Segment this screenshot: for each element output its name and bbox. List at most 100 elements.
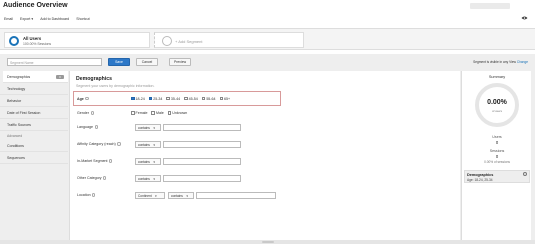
export-button[interactable]: Export ▾ xyxy=(20,17,33,21)
nav-item-technology[interactable]: Technology xyxy=(0,83,68,95)
visibility-text: Segment is visible in any View xyxy=(473,59,516,64)
gender-options: Female Male Unknown xyxy=(131,111,187,115)
page-title: Audience Overview xyxy=(3,2,68,9)
age-option-25-34[interactable]: 25-34 xyxy=(148,96,162,101)
eye-icon[interactable] xyxy=(521,16,528,20)
age-option-18-24[interactable]: 18-24 xyxy=(131,97,145,101)
sessions-value: 0 xyxy=(495,154,499,159)
add-to-dashboard-button[interactable]: Add to Dashboard xyxy=(40,17,69,21)
segment-editor: Segment Name Save Cancel Preview Segment… xyxy=(0,54,535,240)
help-icon[interactable] xyxy=(94,125,98,129)
help-icon[interactable] xyxy=(92,193,96,197)
help-icon[interactable] xyxy=(85,96,89,101)
header: Audience Overview Email Export ▾ Add to … xyxy=(0,0,535,28)
summary-card-detail: Age: 18-24, 25-34 xyxy=(467,178,493,182)
users-gauge: 0.00% of users xyxy=(475,83,519,127)
nav-item-label: Demographics xyxy=(7,75,31,79)
checkbox-checked[interactable] xyxy=(148,96,153,101)
age-option-45-54[interactable]: 45-54 xyxy=(184,97,198,101)
nav-item-conditions[interactable]: Conditions xyxy=(0,140,68,152)
form-title: Demographics xyxy=(76,76,113,82)
nav-item-behavior[interactable]: Behavior xyxy=(0,95,68,107)
summary-panel: Summary 0.00% of users Users 0 Sessions … xyxy=(461,71,531,240)
form-subtitle: Segment your users by demographic inform… xyxy=(76,83,155,88)
demographics-form: Demographics Segment your users by demog… xyxy=(69,71,460,240)
checkbox[interactable] xyxy=(167,111,172,115)
save-button[interactable]: Save xyxy=(108,58,130,66)
segment-editor-toolbar: Segment Name Save Cancel Preview Segment… xyxy=(4,58,531,67)
segment-name: All Users xyxy=(23,36,42,41)
sessions-label: Sessions xyxy=(489,149,505,153)
header-redacted-area xyxy=(470,3,510,9)
checkbox[interactable] xyxy=(131,111,135,115)
segment-bar: All Users 100.00% Sessions + Add Segment xyxy=(0,28,535,50)
checkbox-checked[interactable] xyxy=(131,96,135,101)
affinity-operator-select[interactable]: contains ▼ xyxy=(135,140,161,148)
gender-option-male[interactable]: Male xyxy=(151,111,164,115)
location-label: Location xyxy=(77,193,96,197)
nav-item-demographics[interactable]: Demographics 0 xyxy=(3,71,68,83)
help-icon[interactable] xyxy=(109,159,113,163)
gauge-sub: of users xyxy=(492,109,502,113)
language-operator-select[interactable]: contains ▼ xyxy=(135,123,161,131)
nav-item-sequences[interactable]: Sequences xyxy=(0,152,68,164)
affinity-value-input[interactable] xyxy=(163,140,241,148)
checkbox[interactable] xyxy=(166,96,170,101)
location-operator-select[interactable]: contains ▼ xyxy=(168,191,194,199)
language-label: Language xyxy=(77,125,98,129)
preview-button[interactable]: Preview xyxy=(169,58,191,66)
resize-bar xyxy=(0,240,535,244)
age-option-35-44[interactable]: 35-44 xyxy=(166,97,180,101)
checkbox[interactable] xyxy=(184,96,188,101)
checkbox[interactable] xyxy=(219,96,224,101)
email-button[interactable]: Email xyxy=(4,17,13,21)
other-category-value-input[interactable] xyxy=(163,174,241,182)
users-label: Users xyxy=(492,135,502,139)
segment-sessions: 100.00% Sessions xyxy=(23,42,52,46)
resize-handle[interactable] xyxy=(262,240,274,243)
change-link[interactable]: Change xyxy=(517,60,528,64)
gauge-percent: 0.00% xyxy=(487,99,507,106)
advanced-heading: Advanced xyxy=(7,134,23,138)
empty-segment-icon xyxy=(162,36,172,46)
report-toolbar: Email Export ▾ Add to Dashboard Shortcut xyxy=(4,17,90,21)
add-segment-label: + Add Segment xyxy=(175,38,203,44)
segment-category-nav: Demographics 0 Technology Behavior Date … xyxy=(0,71,68,240)
age-label: Age xyxy=(77,97,89,101)
in-market-label: In-Market Segment xyxy=(77,159,113,163)
cancel-button[interactable]: Cancel xyxy=(136,58,158,66)
remove-condition-icon[interactable] xyxy=(523,172,527,176)
checkbox[interactable] xyxy=(151,111,155,115)
segment-name-input[interactable]: Segment Name xyxy=(7,58,102,66)
age-option-55-64[interactable]: 55-64 xyxy=(201,96,216,101)
language-value-input[interactable] xyxy=(163,123,241,131)
location-scope-select[interactable]: Continent ▼ xyxy=(135,191,165,199)
add-segment-slot[interactable]: + Add Segment xyxy=(154,32,304,48)
gender-label: Gender xyxy=(77,111,94,115)
summary-condition-card: Demographics Age: 18-24, 25-34 xyxy=(464,170,530,183)
in-market-value-input[interactable] xyxy=(163,157,241,165)
in-market-operator-select[interactable]: contains ▼ xyxy=(135,157,161,165)
gender-option-unknown[interactable]: Unknown xyxy=(167,111,187,115)
location-value-input[interactable] xyxy=(196,191,276,199)
age-options: 18-24 25-34 35-44 45-54 55-64 65+ xyxy=(131,97,230,101)
help-icon[interactable] xyxy=(103,176,107,180)
nav-item-date-of-first-session[interactable]: Date of First Session xyxy=(0,107,68,119)
help-icon[interactable] xyxy=(90,111,94,115)
affinity-label: Affinity Category (reach) xyxy=(77,142,121,146)
segment-all-users[interactable]: All Users 100.00% Sessions xyxy=(4,32,150,48)
checkbox[interactable] xyxy=(201,96,206,101)
gender-option-female[interactable]: Female xyxy=(131,111,147,115)
help-icon[interactable] xyxy=(117,142,121,146)
segment-ring-icon xyxy=(9,36,19,46)
nav-item-traffic-sources[interactable]: Traffic Sources xyxy=(0,119,68,131)
summary-card-title: Demographics xyxy=(467,172,494,177)
other-category-operator-select[interactable]: contains ▼ xyxy=(135,174,161,182)
users-value: 0 xyxy=(495,140,499,145)
sessions-percent: 0.00% of sessions xyxy=(484,160,510,164)
visibility-note: Segment is visible in any View Change xyxy=(473,60,528,64)
summary-title: Summary xyxy=(488,75,506,79)
count-badge: 0 xyxy=(56,74,64,79)
shortcut-button[interactable]: Shortcut xyxy=(76,17,89,21)
age-option-65-plus[interactable]: 65+ xyxy=(219,96,230,101)
